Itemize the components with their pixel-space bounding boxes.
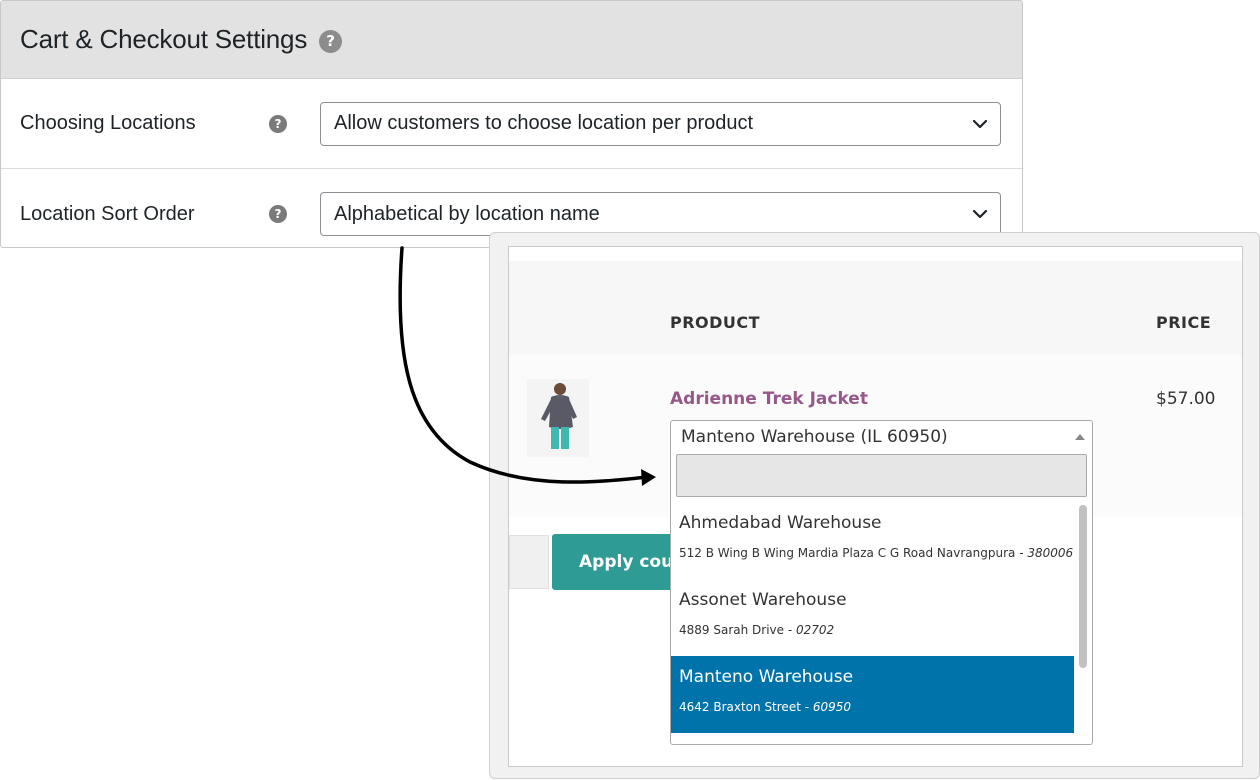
location-option-name: Ahmedabad Warehouse bbox=[679, 513, 882, 533]
price-column-header: PRICE bbox=[1156, 313, 1212, 332]
cart-table-header: PRODUCT PRICE bbox=[509, 261, 1242, 355]
coupon-code-input[interactable] bbox=[509, 535, 549, 589]
cart-checkout-settings-panel: Cart & Checkout Settings ? Choosing Loca… bbox=[0, 0, 1023, 248]
chevron-down-icon bbox=[972, 209, 988, 219]
location-search-input[interactable] bbox=[676, 454, 1087, 497]
location-option[interactable]: Assonet Warehouse 4889 Sarah Drive - 0270… bbox=[671, 579, 1074, 656]
location-option[interactable]: Manteno Warehouse 4642 Braxton Street - 6… bbox=[671, 656, 1074, 733]
location-option[interactable]: Ahmedabad Warehouse 512 B Wing B Wing Mar… bbox=[671, 502, 1074, 579]
product-name-link[interactable]: Adrienne Trek Jacket bbox=[670, 389, 868, 409]
location-option-address: 4889 Sarah Drive - 02702 bbox=[679, 623, 1074, 637]
location-select-dropdown[interactable]: Manteno Warehouse (IL 60950) Ahmedabad W… bbox=[670, 420, 1093, 745]
location-sort-order-select[interactable]: Alphabetical by location name bbox=[320, 192, 1001, 236]
location-option-address: 512 B Wing B Wing Mardia Plaza C G Road … bbox=[679, 546, 1074, 560]
scrollbar-thumb[interactable] bbox=[1079, 505, 1087, 668]
location-options-list: Ahmedabad Warehouse 512 B Wing B Wing Mar… bbox=[671, 502, 1074, 744]
location-zip-code: 60950 bbox=[812, 700, 852, 714]
location-select-value: Manteno Warehouse (IL 60950) bbox=[681, 427, 948, 447]
help-icon[interactable]: ? bbox=[269, 205, 287, 223]
cart-table: PRODUCT PRICE Adrienne Trek Jacket $57.0… bbox=[508, 246, 1243, 767]
help-icon[interactable]: ? bbox=[269, 114, 287, 133]
caret-up-icon bbox=[1075, 434, 1085, 440]
cart-preview-card: PRODUCT PRICE Adrienne Trek Jacket $57.0… bbox=[489, 232, 1260, 779]
location-sort-order-value: Alphabetical by location name bbox=[334, 202, 600, 225]
location-address-text: 4642 Braxton Street - bbox=[679, 700, 813, 714]
choosing-locations-label: Choosing Locations bbox=[20, 112, 196, 134]
location-option-address: 4642 Braxton Street - 60950 bbox=[679, 700, 1074, 714]
location-zip-code: 380006 bbox=[1027, 546, 1074, 560]
choosing-locations-select[interactable]: Allow customers to choose location per p… bbox=[320, 101, 1001, 146]
location-option-name: Assonet Warehouse bbox=[679, 590, 847, 610]
product-column-header: PRODUCT bbox=[670, 313, 761, 332]
help-icon[interactable]: ? bbox=[319, 29, 343, 53]
product-price: $57.00 bbox=[1156, 389, 1216, 409]
choosing-locations-row: Choosing Locations ? Allow customers to … bbox=[1, 79, 1022, 169]
location-select-current[interactable]: Manteno Warehouse (IL 60950) bbox=[671, 421, 1092, 453]
settings-title: Cart & Checkout Settings bbox=[20, 24, 308, 54]
location-zip-code: 02702 bbox=[795, 623, 835, 637]
chevron-down-icon bbox=[972, 119, 988, 128]
jacket-product-image[interactable] bbox=[527, 379, 589, 457]
location-sort-order-label: Location Sort Order bbox=[20, 202, 195, 225]
location-option-name: Manteno Warehouse bbox=[679, 667, 854, 687]
choosing-locations-value: Allow customers to choose location per p… bbox=[334, 112, 754, 134]
location-address-text: 512 B Wing B Wing Mardia Plaza C G Road … bbox=[679, 546, 1028, 560]
scrollbar[interactable] bbox=[1076, 502, 1090, 744]
location-address-text: 4889 Sarah Drive - bbox=[679, 623, 796, 637]
settings-header: Cart & Checkout Settings ? bbox=[1, 1, 1022, 79]
